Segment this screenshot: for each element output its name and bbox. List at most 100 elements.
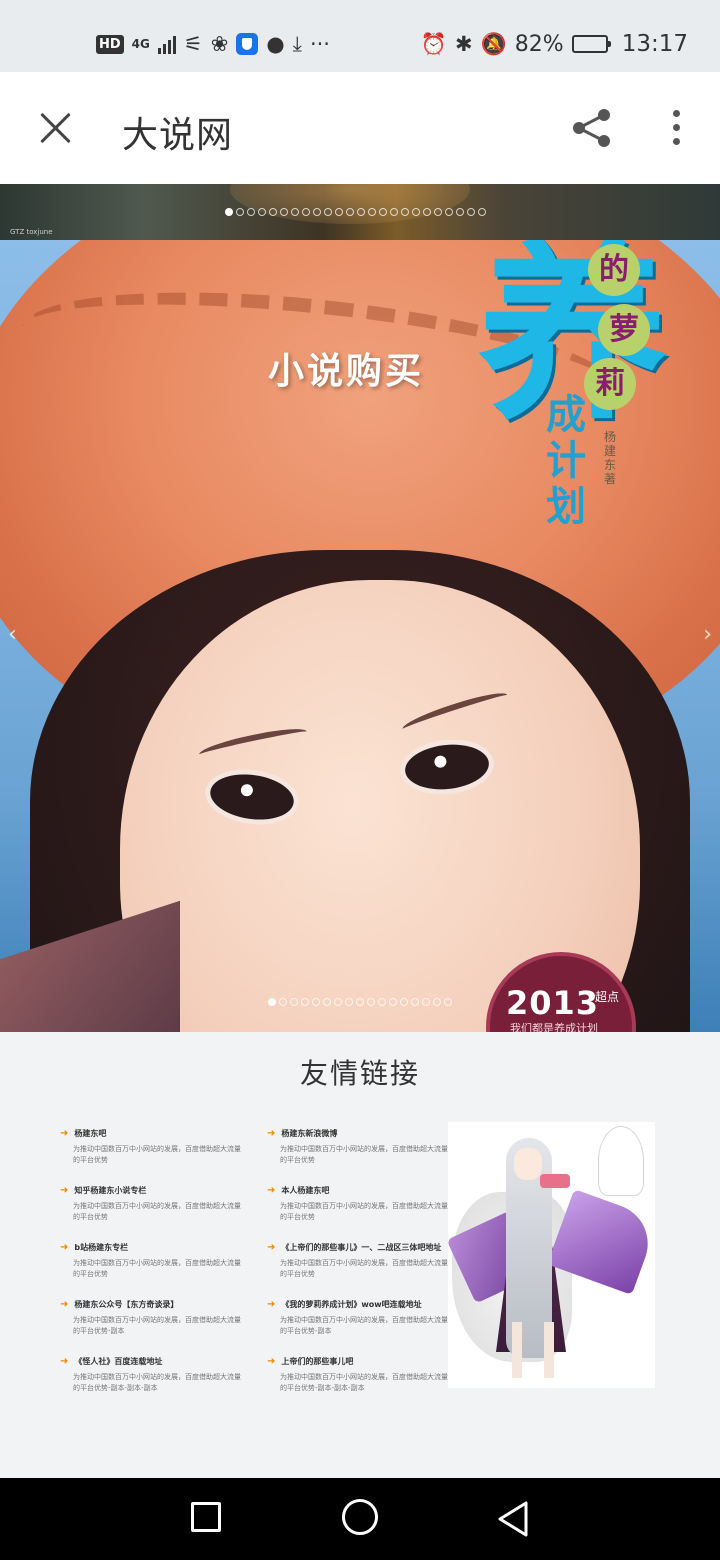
link-description: 为推动中国数百万中小网站的发展，百度借助超大流量的平台优势 xyxy=(280,1145,448,1164)
pagination-dot[interactable] xyxy=(389,998,397,1006)
pagination-dot[interactable] xyxy=(390,208,398,216)
pagination-dot[interactable] xyxy=(280,208,288,216)
link-title[interactable]: 上帝们的那些事儿吧 xyxy=(281,1356,353,1367)
link-title[interactable]: 杨建东吧 xyxy=(74,1128,106,1139)
pagination-dot[interactable] xyxy=(345,998,353,1006)
link-title-row[interactable]: ➜ 本人杨建东吧 xyxy=(267,1185,457,1196)
pagination-dot[interactable] xyxy=(444,998,452,1006)
link-title[interactable]: 杨建东公众号【东方奇谈录】 xyxy=(74,1299,178,1310)
pagination-dot[interactable] xyxy=(368,208,376,216)
more-vert-icon[interactable] xyxy=(664,108,688,148)
arrow-right-icon: ➜ xyxy=(267,1127,276,1139)
link-title-row[interactable]: ➜ b站杨建东专栏 xyxy=(60,1242,250,1253)
pagination-dot[interactable] xyxy=(302,208,310,216)
pagination-dot[interactable] xyxy=(467,208,475,216)
link-title[interactable]: 《上帝们的那些事儿》一、二战区三体吧地址 xyxy=(281,1242,441,1253)
pagination-dot[interactable] xyxy=(456,208,464,216)
promo-text[interactable]: 小说购买 xyxy=(268,342,424,394)
shield-app-icon xyxy=(236,33,259,55)
pagination-dot[interactable] xyxy=(301,998,309,1006)
link-title[interactable]: 杨建东新浪微博 xyxy=(281,1128,337,1139)
pagination-dot[interactable] xyxy=(400,998,408,1006)
chevron-left-icon[interactable]: ‹ xyxy=(8,622,17,647)
link-title-row[interactable]: ➜ 《我的萝莉养成计划》wow吧连载地址 xyxy=(267,1299,457,1310)
home-icon[interactable] xyxy=(342,1499,378,1535)
pagination-dot[interactable] xyxy=(379,208,387,216)
link-title-row[interactable]: ➜ 《上帝们的那些事儿》一、二战区三体吧地址 xyxy=(267,1242,457,1253)
recent-apps-icon[interactable] xyxy=(191,1502,221,1532)
pagination-dot[interactable] xyxy=(268,998,276,1006)
link-title-row[interactable]: ➜ 上帝们的那些事儿吧 xyxy=(267,1356,457,1367)
pagination-dot[interactable] xyxy=(412,208,420,216)
cover-char: 划 xyxy=(546,484,586,530)
pagination-dot[interactable] xyxy=(291,208,299,216)
pagination-dot[interactable] xyxy=(401,208,409,216)
pagination-dot[interactable] xyxy=(356,998,364,1006)
pagination-dot[interactable] xyxy=(422,998,430,1006)
cover-char: 计 xyxy=(546,438,586,484)
link-title[interactable]: 《我的萝莉养成计划》wow吧连载地址 xyxy=(281,1299,421,1310)
link-item[interactable]: ➜ 杨建东吧 为推动中国数百万中小网站的发展，百度借助超大流量的平台优势 xyxy=(60,1128,250,1185)
cover-author: 杨建东著 xyxy=(604,430,617,486)
link-title[interactable]: 本人杨建东吧 xyxy=(281,1185,329,1196)
link-item[interactable]: ➜ 杨建东新浪微博为推动中国数百万中小网站的发展，百度借助超大流量的平台优势 xyxy=(267,1128,457,1185)
link-title-row[interactable]: ➜ 杨建东新浪微博 xyxy=(267,1128,457,1139)
arrow-right-icon: ➜ xyxy=(267,1355,276,1367)
link-item[interactable]: ➜ 上帝们的那些事儿吧 为推动中国数百万中小网站的发展，百度借助超大流量的平台优势-… xyxy=(267,1356,457,1413)
close-icon[interactable] xyxy=(36,108,76,148)
link-title-row[interactable]: ➜ 知乎杨建东小说专栏 xyxy=(60,1185,250,1196)
hd-icon: HD xyxy=(96,34,124,54)
pagination-dot[interactable] xyxy=(225,208,233,216)
pagination-dot[interactable] xyxy=(258,208,266,216)
anime-character-image xyxy=(448,1122,655,1388)
pagination-dot[interactable] xyxy=(269,208,277,216)
link-item[interactable]: ➜ 《我的萝莉养成计划》wow吧连载地址 为推动中国数百万中小网站的发展，百度借助超… xyxy=(267,1299,457,1356)
pagination-dot[interactable] xyxy=(236,208,244,216)
pagination-dot[interactable] xyxy=(290,998,298,1006)
link-item[interactable]: ➜ b站杨建东专栏 为推动中国数百万中小网站的发展，百度借助超大流量的平台优势 xyxy=(60,1242,250,1299)
message-icon: ● xyxy=(266,31,285,56)
chevron-right-icon[interactable]: › xyxy=(703,622,712,647)
app-bar: 大说网 xyxy=(0,72,720,184)
share-icon[interactable] xyxy=(570,106,614,150)
arrow-right-icon: ➜ xyxy=(60,1298,69,1310)
pagination-dot[interactable] xyxy=(357,208,365,216)
link-item[interactable]: ➜ 杨建东公众号【东方奇谈录】 为推动中国数百万中小网站的发展，百度借助超大流量的平… xyxy=(60,1299,250,1356)
link-description: 为推动中国数百万中小网站的发展，百度借助超大流量的平台优势 xyxy=(73,1202,241,1221)
pagination-dot[interactable] xyxy=(312,998,320,1006)
top-banner[interactable]: GTZ toxjune xyxy=(0,184,720,240)
link-item[interactable]: ➜ 《上帝们的那些事儿》一、二战区三体吧地址 为推动中国数百万中小网站的发展，百度借… xyxy=(267,1242,457,1299)
pagination-dot[interactable] xyxy=(367,998,375,1006)
pagination-dot[interactable] xyxy=(411,998,419,1006)
pagination-dot[interactable] xyxy=(334,998,342,1006)
arrow-right-icon: ➜ xyxy=(60,1241,69,1253)
link-title-row[interactable]: ➜ 杨建东吧 xyxy=(60,1128,250,1139)
pagination-dot[interactable] xyxy=(445,208,453,216)
pagination-dot[interactable] xyxy=(247,208,255,216)
top-banner-pagination[interactable] xyxy=(225,208,486,216)
friend-links-section: 友情链接 ➜ 杨建东吧 为推动中国数百万中小网站的发展，百度借助超大流量的平台优势 ➜… xyxy=(0,1032,720,1478)
pagination-dot[interactable] xyxy=(335,208,343,216)
link-item[interactable]: ➜ 知乎杨建东小说专栏为推动中国数百万中小网站的发展，百度借助超大流量的平台优势 xyxy=(60,1185,250,1242)
link-title[interactable]: b站杨建东专栏 xyxy=(74,1242,128,1253)
link-title[interactable]: 知乎杨建东小说专栏 xyxy=(74,1185,146,1196)
hero-banner-pagination[interactable] xyxy=(268,998,452,1006)
link-title[interactable]: 《怪人社》百度连载地址 xyxy=(74,1356,162,1367)
hero-banner[interactable]: 养 的 萝 莉 成 计 划 杨建东著 小说购买 2013 超点 我们都是养成计划… xyxy=(0,240,720,1032)
pagination-dot[interactable] xyxy=(433,998,441,1006)
pagination-dot[interactable] xyxy=(423,208,431,216)
pagination-dot[interactable] xyxy=(378,998,386,1006)
link-item[interactable]: ➜ 本人杨建东吧 为推动中国数百万中小网站的发展，百度借助超大流量的平台优势 xyxy=(267,1185,457,1242)
pagination-dot[interactable] xyxy=(279,998,287,1006)
link-title-row[interactable]: ➜ 《怪人社》百度连载地址 xyxy=(60,1356,250,1367)
pagination-dot[interactable] xyxy=(323,998,331,1006)
pagination-dot[interactable] xyxy=(346,208,354,216)
pagination-dot[interactable] xyxy=(324,208,332,216)
link-title-row[interactable]: ➜ 杨建东公众号【东方奇谈录】 xyxy=(60,1299,250,1310)
clock: 13:17 xyxy=(621,31,688,57)
pagination-dot[interactable] xyxy=(434,208,442,216)
pagination-dot[interactable] xyxy=(478,208,486,216)
pagination-dot[interactable] xyxy=(313,208,321,216)
link-item[interactable]: ➜ 《怪人社》百度连载地址 为推动中国数百万中小网站的发展，百度借助超大流量的平台优… xyxy=(60,1356,250,1413)
back-icon[interactable] xyxy=(496,1500,530,1538)
